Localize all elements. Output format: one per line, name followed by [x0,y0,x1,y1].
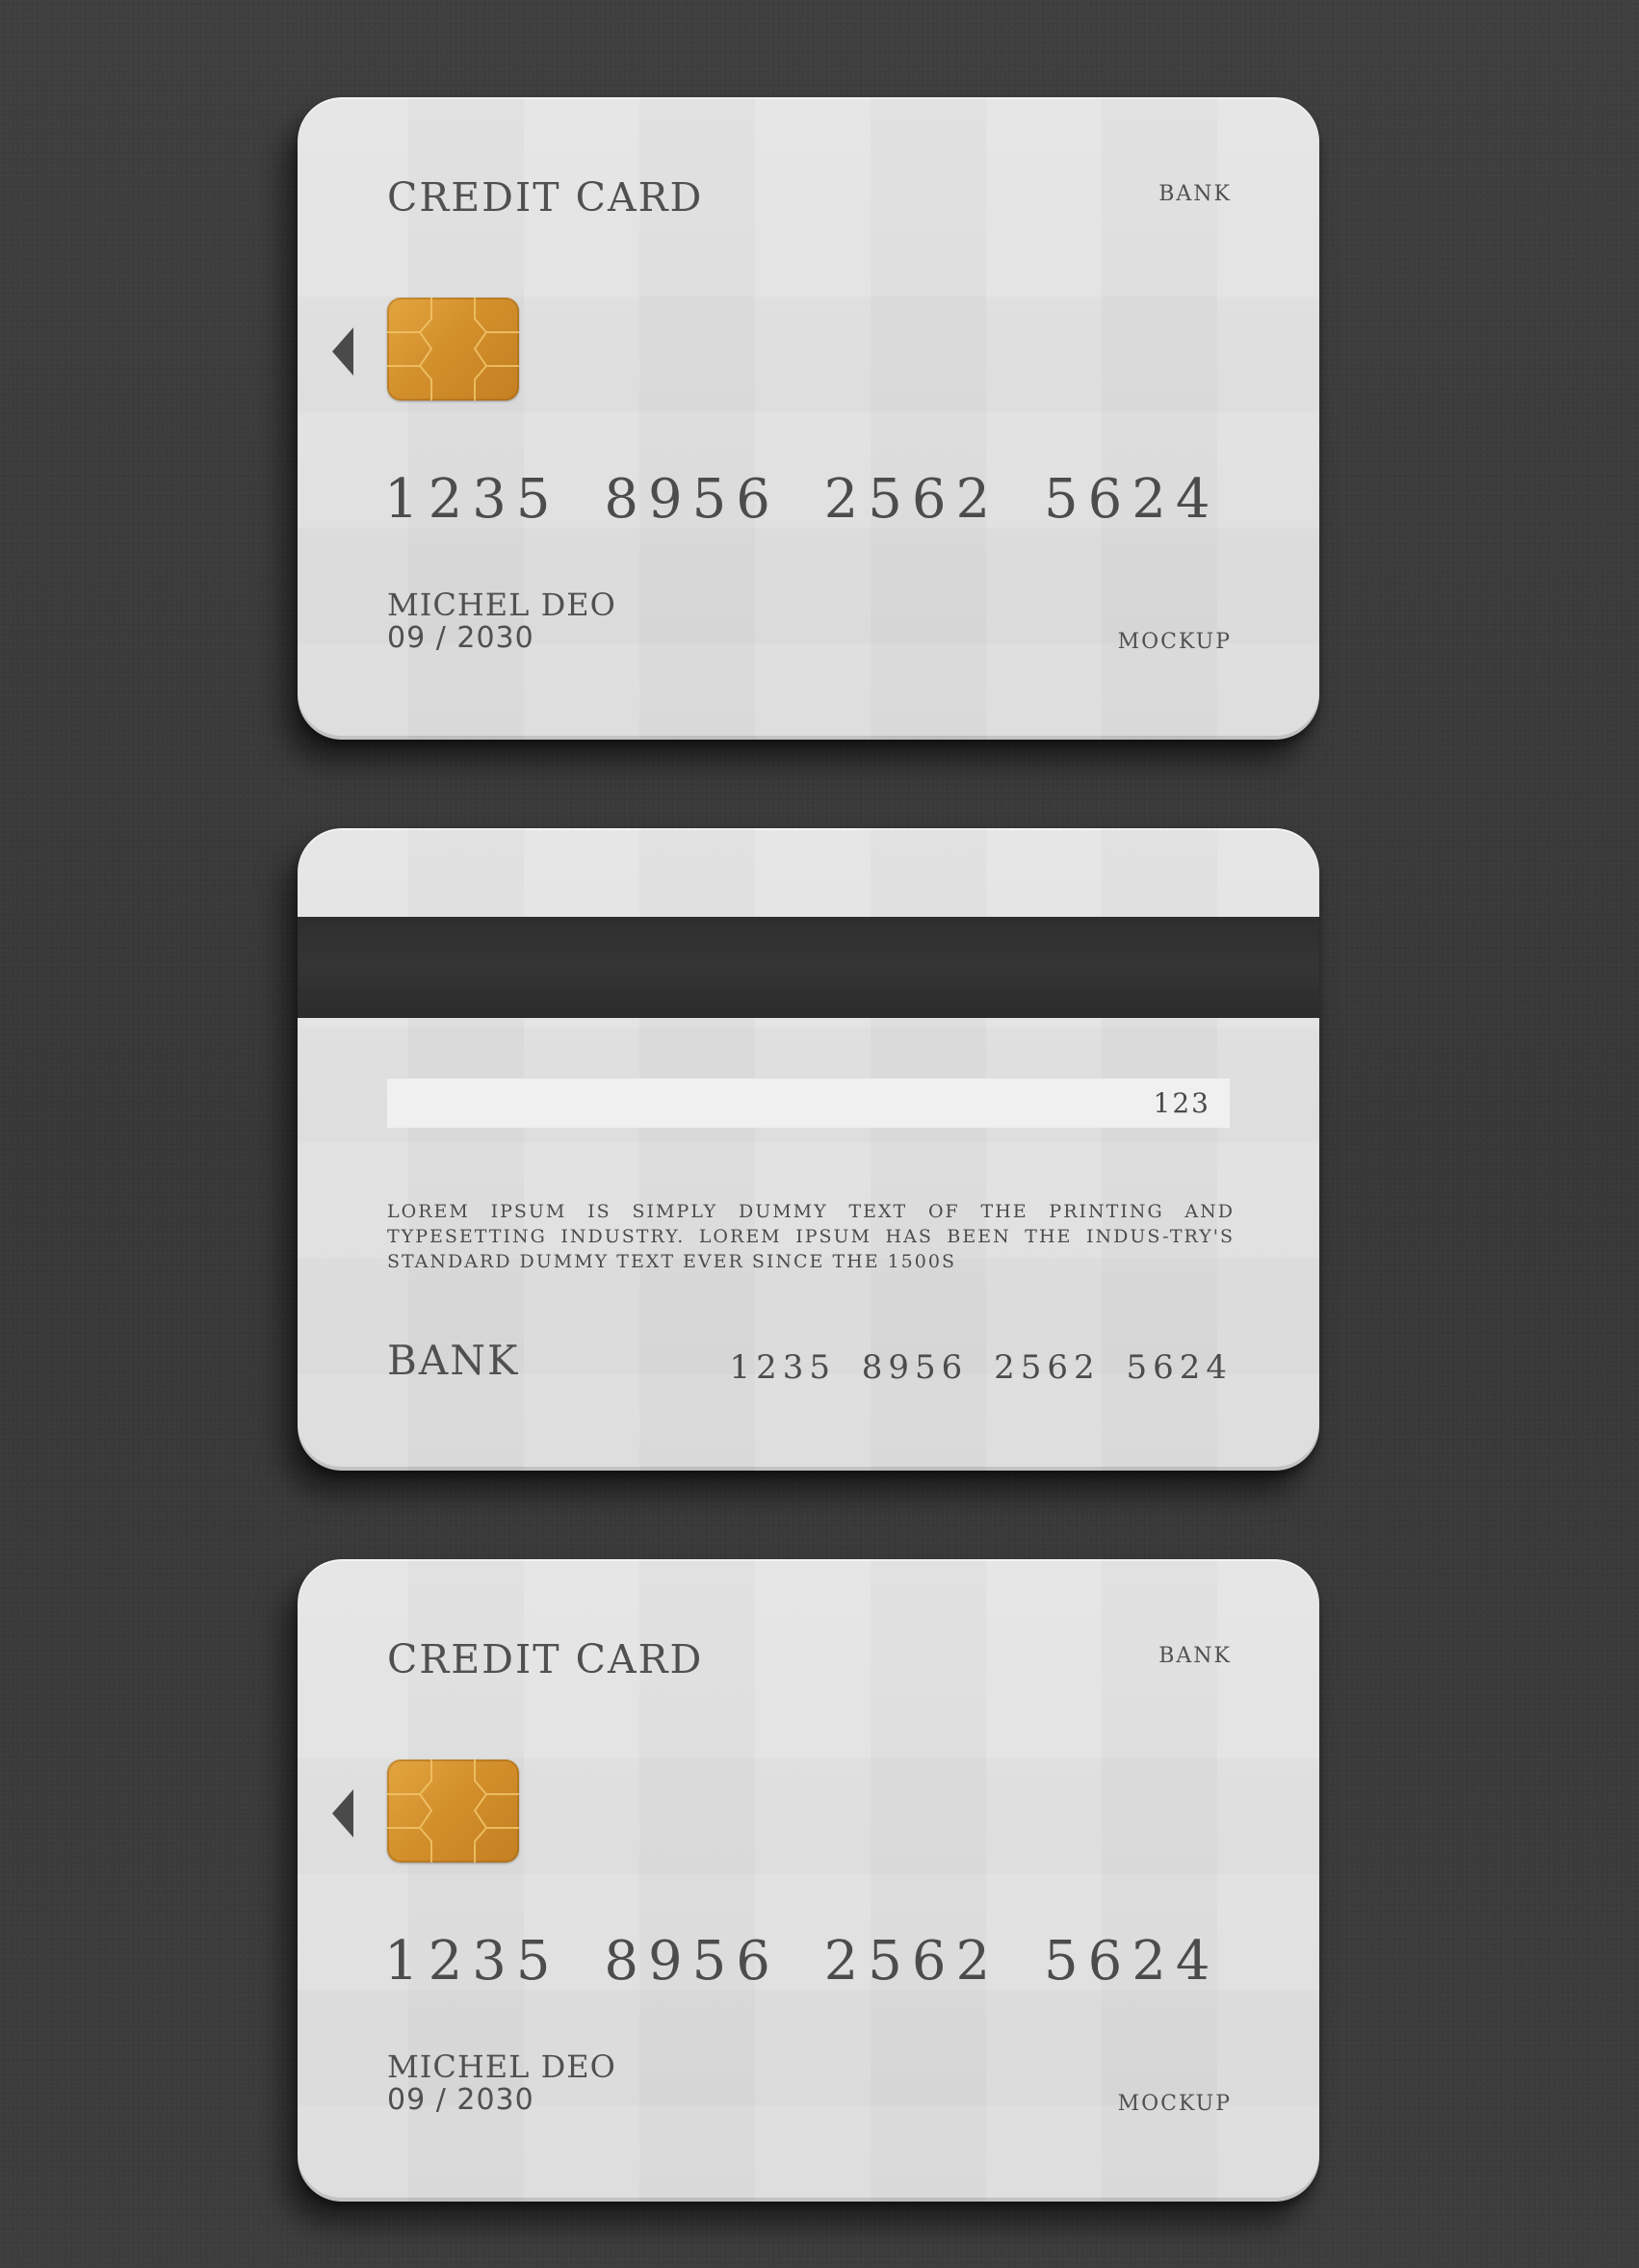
credit-card-front-bottom: CREDIT CARD BANK 1235 8956 2562 5624 MIC… [298,1559,1319,2202]
expiry-date: 09 / 2030 [387,2083,534,2117]
bank-label: BANK [1158,1644,1232,1668]
card-number-back: 1235 8956 2562 5624 [729,1348,1233,1387]
chip-icon [387,298,519,401]
bank-label: BANK [1158,182,1232,206]
card-title: CREDIT CARD [387,1636,704,1682]
card-title: CREDIT CARD [387,174,704,221]
card-number: 1235 8956 2562 5624 [384,468,1220,531]
expiry-date: 09 / 2030 [387,621,534,655]
cvv-code: 123 [1153,1087,1210,1119]
card-fine-print: LOREM IPSUM IS SIMPLY DUMMY TEXT OF THE … [387,1201,1235,1272]
credit-card-back: 123 LOREM IPSUM IS SIMPLY DUMMY TEXT OF … [298,828,1319,1471]
credit-card-front-top: CREDIT CARD BANK 1235 8956 2562 5624 MIC… [298,97,1319,740]
magnetic-stripe [298,917,1319,1018]
signature-panel: 123 [387,1079,1230,1128]
chip-icon [387,1760,519,1863]
bank-name: BANK [387,1337,520,1384]
card-number: 1235 8956 2562 5624 [384,1930,1220,1993]
mockup-label: MOCKUP [1117,630,1232,654]
arrow-left-icon [332,327,353,376]
cardholder-name: MICHEL DEO [387,2048,616,2085]
arrow-left-icon [332,1789,353,1838]
cardholder-name: MICHEL DEO [387,587,616,623]
mockup-label: MOCKUP [1117,2092,1232,2116]
